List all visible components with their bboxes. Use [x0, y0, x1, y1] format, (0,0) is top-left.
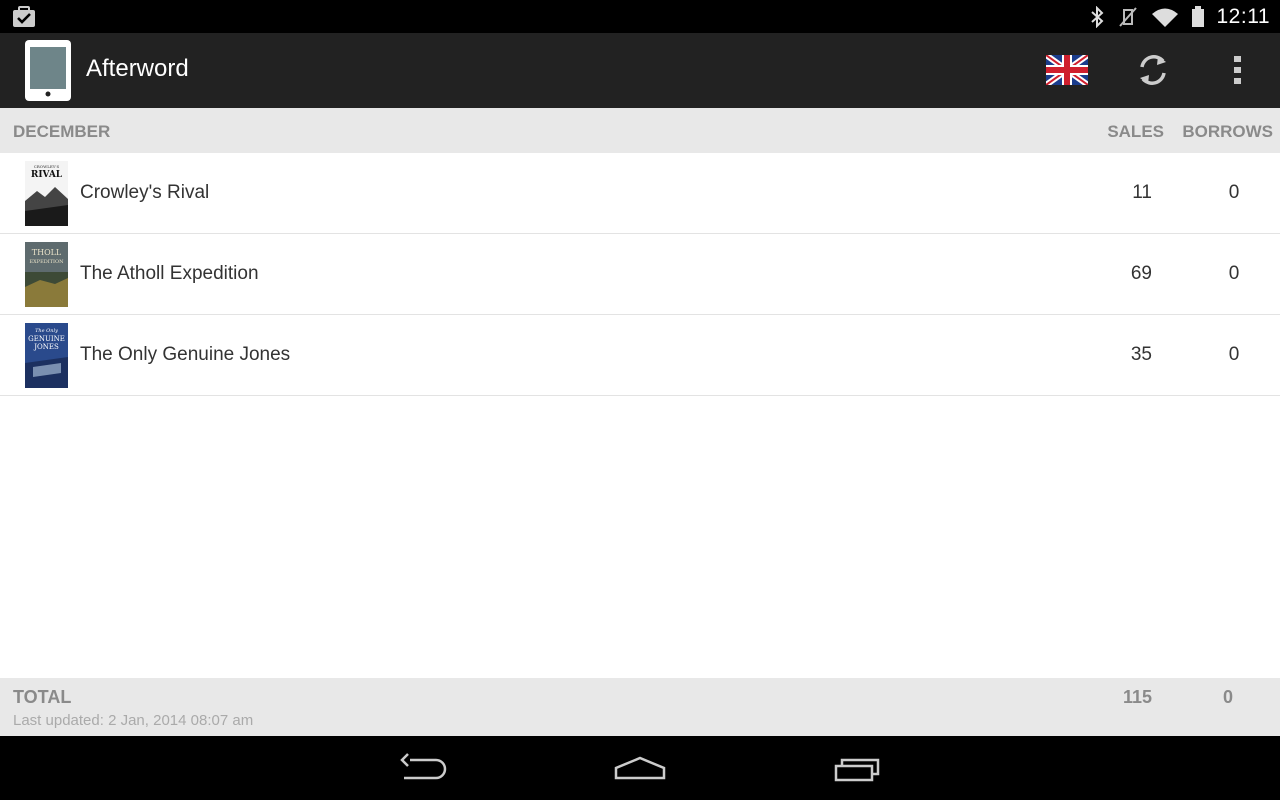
action-bar: Afterword: [0, 33, 1280, 108]
book-list: CROWLEY'S RIVAL Crowley's Rival 11 0 THO…: [0, 153, 1280, 396]
uk-flag-icon[interactable]: [1046, 55, 1088, 85]
clock: 12:11: [1216, 4, 1270, 28]
cover-text-line: THOLL: [32, 248, 62, 257]
cover-text-line: GENUINE: [28, 335, 65, 343]
cover-text-line: RIVAL: [31, 170, 63, 180]
book-cover-image: THOLL EXPEDITION: [25, 242, 68, 307]
book-cover-image: CROWLEY'S RIVAL: [25, 161, 68, 226]
cover-text-line: The Only: [35, 328, 58, 334]
notification-check-icon: [13, 6, 35, 27]
book-borrows: 0: [1228, 182, 1240, 203]
home-icon[interactable]: [612, 750, 668, 786]
book-title: The Atholl Expedition: [80, 263, 259, 284]
list-item[interactable]: THOLL EXPEDITION The Atholl Expedition 6…: [0, 234, 1280, 315]
total-sales: 115: [1122, 687, 1152, 707]
month-label: DECEMBER: [13, 122, 111, 141]
book-borrows: 0: [1228, 344, 1240, 365]
back-icon[interactable]: [398, 750, 450, 786]
list-item[interactable]: CROWLEY'S RIVAL Crowley's Rival 11 0: [0, 153, 1280, 234]
totals-footer: TOTAL 115 0 Last updated: 2 Jan, 2014 08…: [0, 678, 1280, 736]
cover-text-line: EXPEDITION: [30, 259, 65, 265]
book-cover-image: The Only GENUINE JONES: [25, 323, 68, 388]
wifi-icon: [1151, 8, 1178, 27]
refresh-icon[interactable]: [1134, 49, 1172, 91]
sales-column-header: SALES: [1107, 122, 1164, 141]
list-header: DECEMBER SALES BORROWS: [0, 108, 1280, 153]
battery-icon: [1191, 5, 1204, 27]
status-bar: 12:11: [0, 0, 1280, 33]
app-title: Afterword: [86, 55, 189, 82]
last-updated: Last updated: 2 Jan, 2014 08:07 am: [13, 712, 254, 729]
vibrate-off-icon: [1118, 6, 1137, 27]
list-item[interactable]: The Only GENUINE JONES The Only Genuine …: [0, 315, 1280, 396]
cover-text-line: CROWLEY'S: [34, 164, 60, 169]
total-borrows: 0: [1222, 687, 1233, 707]
total-label: TOTAL: [13, 687, 72, 707]
book-sales: 35: [1130, 344, 1152, 365]
app-tablet-icon[interactable]: [24, 39, 72, 102]
system-nav-bar: [0, 736, 1280, 800]
book-title: Crowley's Rival: [80, 182, 210, 203]
bluetooth-icon: [1090, 5, 1103, 28]
cover-text-line: JONES: [33, 343, 59, 351]
book-sales: 11: [1132, 182, 1152, 203]
book-title: The Only Genuine Jones: [80, 344, 291, 365]
borrows-column-header: BORROWS: [1182, 122, 1273, 141]
book-borrows: 0: [1228, 263, 1240, 284]
recent-apps-icon[interactable]: [832, 750, 884, 786]
overflow-menu-icon[interactable]: [1222, 49, 1254, 91]
book-sales: 69: [1130, 263, 1152, 284]
